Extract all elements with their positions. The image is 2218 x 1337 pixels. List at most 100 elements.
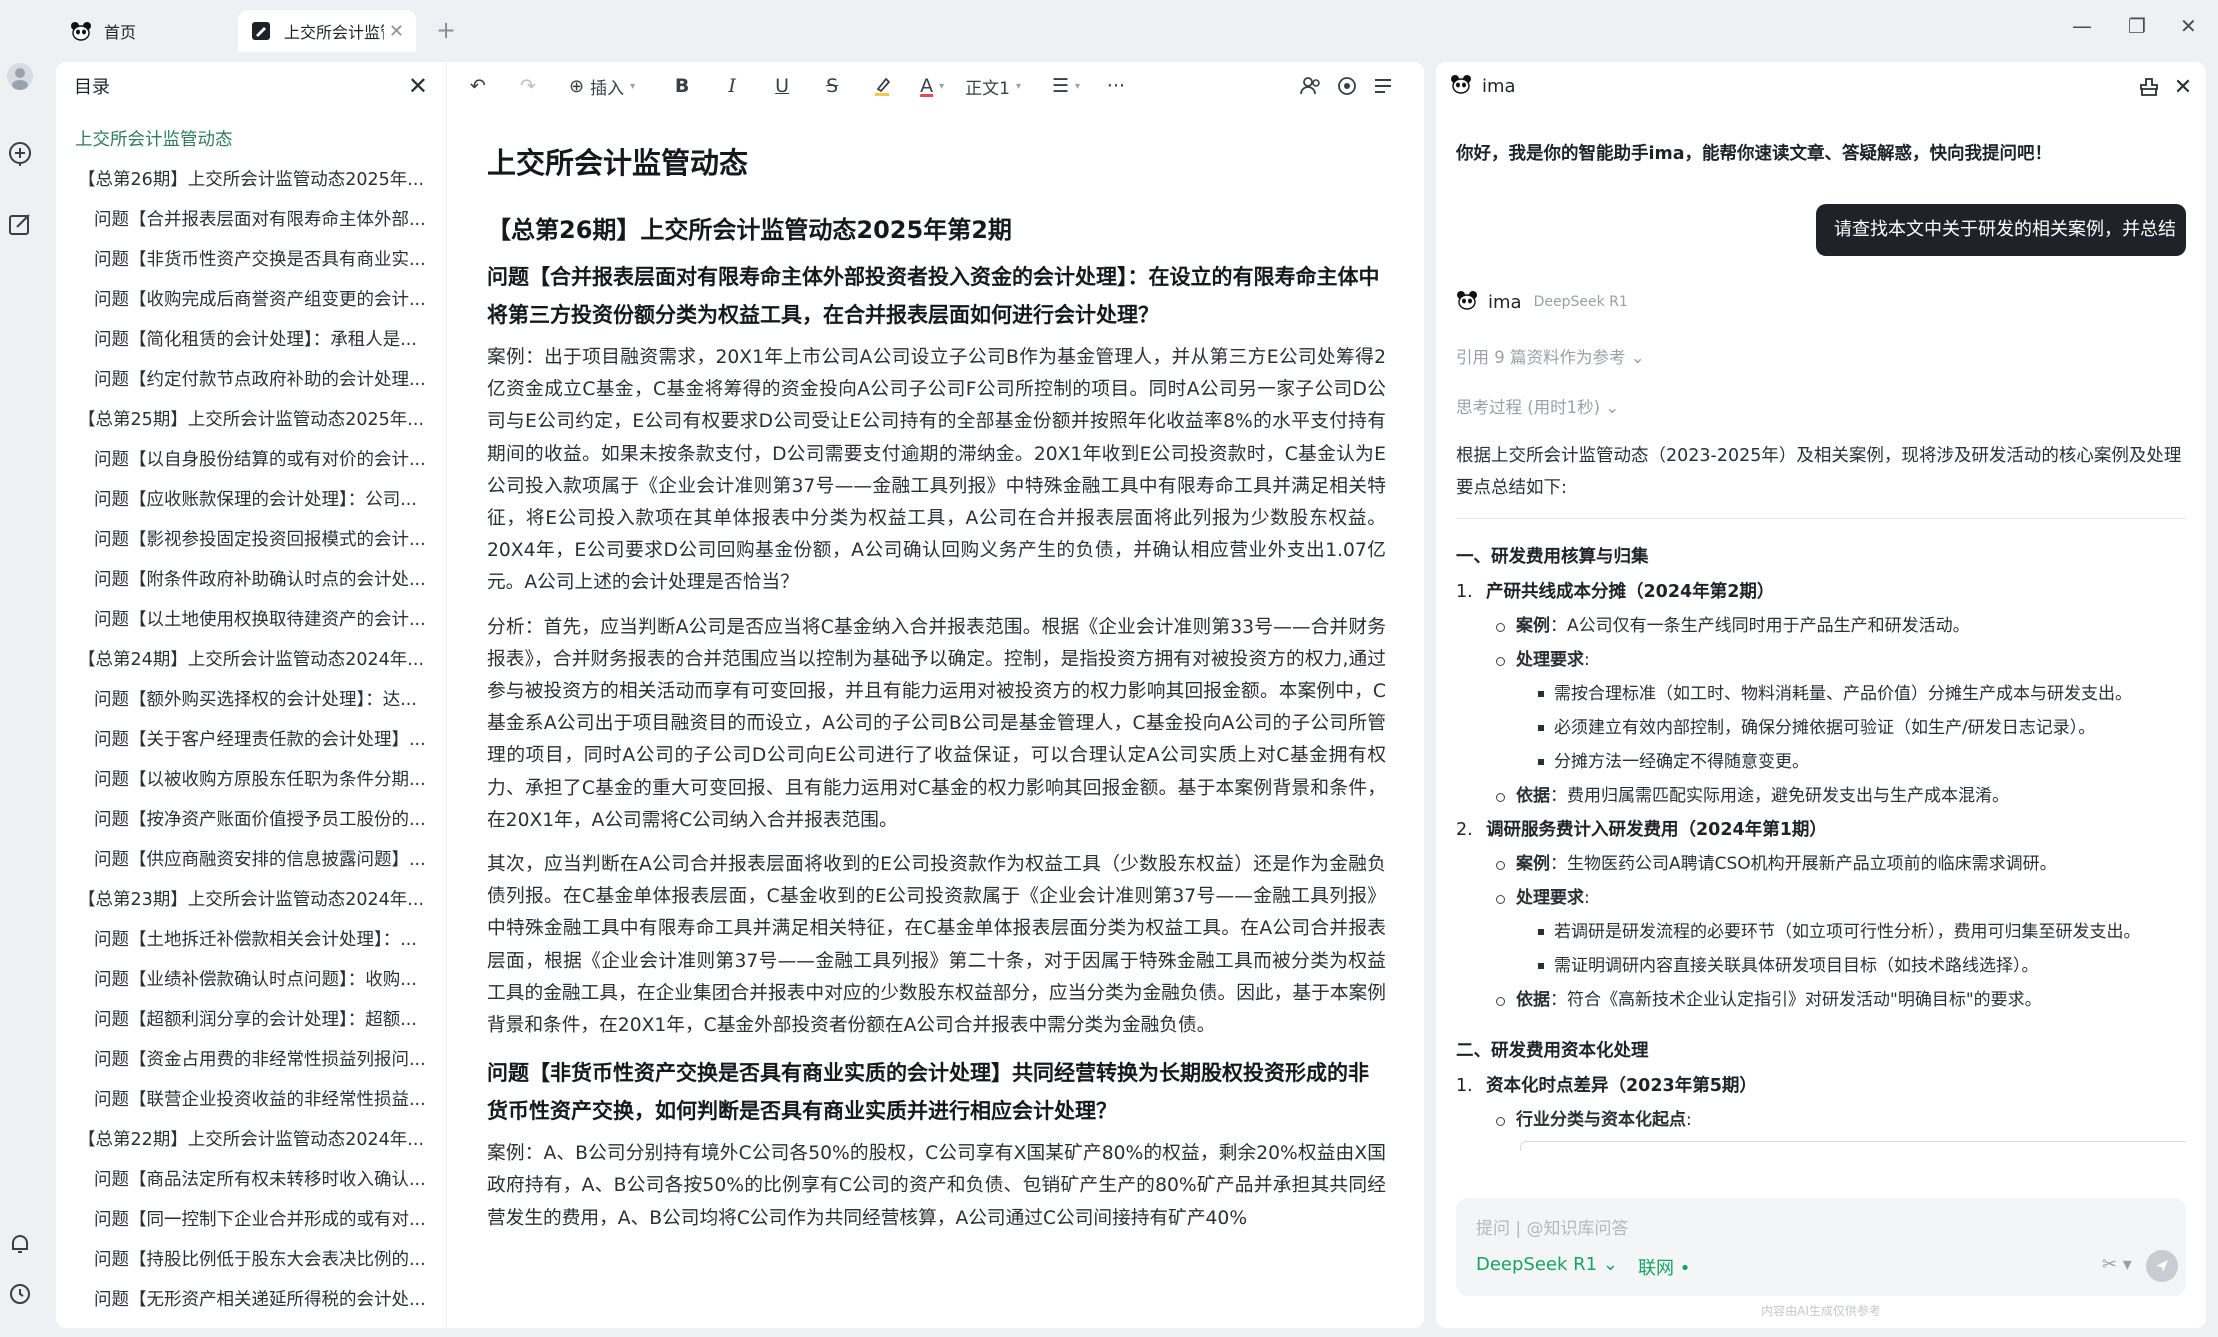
minimize-button[interactable]: — <box>2072 14 2092 38</box>
highlighter-icon[interactable] <box>865 70 899 102</box>
toc-item-issue[interactable]: 【总第23期】上交所会计监管动态2024年... <box>56 880 446 920</box>
paragraph-style-label: 正文1 <box>965 78 1010 99</box>
toc-close-icon[interactable]: ✕ <box>408 72 428 100</box>
answer-lead: 根据上交所会计监管动态（2023-2025年）及相关案例，现将涉及研发活动的核心… <box>1456 440 2186 519</box>
references-toggle[interactable]: 引用 9 篇资料作为参考 ⌄ <box>1456 344 1645 368</box>
clear-chat-icon[interactable] <box>2136 74 2162 100</box>
toc-item-question[interactable]: 问题【资金占用费的非经常性损益列报问... <box>56 1040 446 1080</box>
question-heading: 问题【合并报表层面对有限寿命主体外部投资者投入资金的会计处理】：在设立的有限寿命… <box>487 265 1380 327</box>
toc-item-question[interactable]: 问题【影视参投固定投资回报模式的会计... <box>56 520 446 560</box>
clock-icon[interactable] <box>6 1280 34 1308</box>
sub-bullet-item: 分摊方法一经确定不得随意变更。 <box>1456 745 2186 779</box>
toc-item-issue[interactable]: 【总第26期】上交所会计监管动态2025年... <box>56 160 446 200</box>
insert-plus-icon: ⊕ <box>569 75 585 97</box>
tab-home[interactable]: 首页 <box>56 10 150 52</box>
bold-button[interactable]: B <box>665 70 699 102</box>
bullet-colon: : <box>1686 1110 1692 1130</box>
toc-item-question[interactable]: 问题【收购完成后商誉资产组变更的会计... <box>56 280 446 320</box>
send-button[interactable] <box>2146 1250 2178 1282</box>
list-item-title: 产研共线成本分摊（2024年第2期） <box>1486 582 1775 602</box>
ai-assistant-icon[interactable] <box>1331 70 1363 102</box>
restore-button[interactable]: ❐ <box>2128 14 2146 38</box>
toc-item-question[interactable]: 问题【简化租赁的会计处理】：承租人是... <box>56 320 446 360</box>
toc-item-question[interactable]: 问题【约定付款节点政府补助的会计处理... <box>56 360 446 400</box>
case-paragraph: 案例：出于项目融资需求，20X1年上市公司A公司设立子公司B作为基金管理人，并从… <box>487 347 1386 594</box>
toc-item-question[interactable]: 问题【按净资产账面价值授予员工股份的... <box>56 800 446 840</box>
edit-note-icon[interactable] <box>6 210 34 238</box>
toc-item-issue[interactable]: 【总第25期】上交所会计监管动态2025年... <box>56 400 446 440</box>
outline-menu-icon[interactable] <box>1367 70 1399 102</box>
toc-item-question[interactable]: 问题【无形资产相关递延所得税的会计处... <box>56 1280 446 1320</box>
list-number: 1. <box>1456 1076 1473 1096</box>
toc-item-issue[interactable]: 【总第24期】上交所会计监管动态2024年... <box>56 640 446 680</box>
chat-input-placeholder[interactable]: 提问 | @知识库问答 <box>1476 1214 1629 1239</box>
bullet-value: ：符合《高新技术企业认定指引》对研发活动"明确目标"的要求。 <box>1550 990 2042 1010</box>
toc-item-question[interactable]: 问题【关于客户经理责任款的会计处理】... <box>56 720 446 760</box>
issue-heading: 【总第26期】上交所会计监管动态2025年第2期 <box>487 216 1012 244</box>
collaborators-icon[interactable] <box>1295 70 1327 102</box>
ima-header: ima ✕ <box>1436 62 2206 110</box>
toc-item-question[interactable]: 问题【供应商融资安排的信息披露问题】... <box>56 840 446 880</box>
list-number: 1. <box>1456 582 1473 602</box>
avatar[interactable] <box>6 62 34 90</box>
editor-toolbar: ↶ ↷ ⊕ 插入 ▾ B I U S A ▾ 正文1 ▾ ☰ ▾ ··· <box>447 62 1424 110</box>
bot-model-tag: DeepSeek R1 <box>1533 294 1628 310</box>
tab-document[interactable]: 上交所会计监管 ✕ <box>238 10 416 52</box>
more-options-icon[interactable]: ··· <box>1099 70 1133 102</box>
align-button[interactable]: ☰ ▾ <box>1049 70 1083 102</box>
toc-item-question[interactable]: 问题【业绩补偿款确认时点问题】：收购... <box>56 960 446 1000</box>
sub-bullet-text: 必须建立有效内部控制，确保分摊依据可验证（如生产/研发日志记录）。 <box>1554 718 2096 738</box>
scissors-icon[interactable]: ✂ ▾ <box>2102 1254 2132 1275</box>
web-search-toggle[interactable]: 联网 • <box>1638 1254 1690 1280</box>
title-bar: 首页 上交所会计监管 ✕ + — ❐ ✕ <box>0 0 2218 60</box>
toc-item-question[interactable]: 问题【额外购买选择权的会计处理】：达... <box>56 680 446 720</box>
toc-item-question[interactable]: 问题【以被收购方原股东任职为条件分期... <box>56 760 446 800</box>
new-tab-button[interactable]: + <box>436 16 456 44</box>
ima-greeting: 你好，我是你的智能助手ima，能帮你速读文章、答疑解惑，快向我提问吧！ <box>1456 144 2053 164</box>
bullet-key: 处理要求 <box>1516 888 1584 908</box>
toc-item-question[interactable]: 问题【持股比例低于股东大会表决比例的... <box>56 1240 446 1280</box>
paragraph-style-select[interactable]: 正文1 ▾ <box>965 70 1021 102</box>
toc-item-question[interactable]: 问题【附条件政府补助确认时点的会计处... <box>56 560 446 600</box>
align-icon: ☰ <box>1051 75 1069 97</box>
italic-button[interactable]: I <box>715 70 749 102</box>
analysis-paragraph: 分析：首先，应当判断A公司是否应当将C基金纳入合并报表范围。根据《企业会计准则第… <box>487 616 1386 831</box>
tab-close-icon[interactable]: ✕ <box>389 21 404 42</box>
toc-item-question[interactable]: 问题【应收账款保理的会计处理】：公司... <box>56 480 446 520</box>
strikethrough-button[interactable]: S <box>815 70 849 102</box>
toc-item-issue[interactable]: 【总第22期】上交所会计监管动态2024年... <box>56 1120 446 1160</box>
toc-item-question[interactable]: 问题【联营企业投资收益的非经常性损益... <box>56 1080 446 1120</box>
window-close-button[interactable]: ✕ <box>2180 14 2197 38</box>
toc-item-question[interactable]: 问题【同一控制下企业合并形成的或有对... <box>56 1200 446 1240</box>
underline-button[interactable]: U <box>765 70 799 102</box>
bullet-item: 案例：生物医药公司A聘请CSO机构开展新产品立项前的临床需求调研。 <box>1456 847 2186 881</box>
chat-input-box[interactable]: 提问 | @知识库问答 DeepSeek R1 ⌄ 联网 • ✂ ▾ <box>1456 1198 2186 1296</box>
toc-item-question[interactable]: 问题【土地拆迁补偿款相关会计处理】：... <box>56 920 446 960</box>
toc-item-question[interactable]: 问题【超额利润分享的会计处理】：超额... <box>56 1000 446 1040</box>
toc-panel: 目录 ✕ 上交所会计监管动态 【总第26期】上交所会计监管动态2025年... 问题… <box>56 62 446 1328</box>
toc-item-question[interactable]: 问题【以自身股份结算的或有对价的会计... <box>56 440 446 480</box>
add-circle-icon[interactable] <box>6 140 34 168</box>
note-doc-icon <box>250 20 272 42</box>
model-select[interactable]: DeepSeek R1 ⌄ <box>1476 1254 1618 1275</box>
document-title: 上交所会计监管动态 <box>487 146 749 180</box>
insert-label: 插入 <box>590 78 625 99</box>
toc-item-root[interactable]: 上交所会计监管动态 <box>56 120 446 160</box>
redo-icon[interactable]: ↷ <box>511 70 545 102</box>
bell-icon[interactable] <box>6 1230 34 1258</box>
left-rail <box>0 60 40 1337</box>
list-number: 2. <box>1456 820 1473 840</box>
toc-item-question[interactable]: 问题【非货币性资产交换是否具有商业实... <box>56 240 446 280</box>
toc-item-question[interactable]: 问题【以土地使用权换取待建资产的会计... <box>56 600 446 640</box>
toc-item-question[interactable]: 问题【合并报表层面对有限寿命主体外部... <box>56 200 446 240</box>
toc-item-question[interactable]: 问题【商品法定所有权未转移时收入确认... <box>56 1160 446 1200</box>
bullet-item: 处理要求: <box>1456 881 2186 915</box>
font-color-button[interactable]: A ▾ <box>915 70 949 102</box>
insert-button[interactable]: ⊕ 插入 ▾ <box>569 70 635 102</box>
ima-close-icon[interactable]: ✕ <box>2170 74 2196 100</box>
section-heading: 一、研发费用核算与归集 <box>1456 547 1649 567</box>
thinking-toggle[interactable]: 思考过程 (用时1秒) ⌄ <box>1456 394 1619 418</box>
bot-name: ima <box>1488 291 1522 313</box>
ima-assistant-panel: ima ✕ 你好，我是你的智能助手ima，能帮你速读文章、答疑解惑，快向我提问吧… <box>1436 62 2206 1328</box>
undo-icon[interactable]: ↶ <box>461 70 495 102</box>
